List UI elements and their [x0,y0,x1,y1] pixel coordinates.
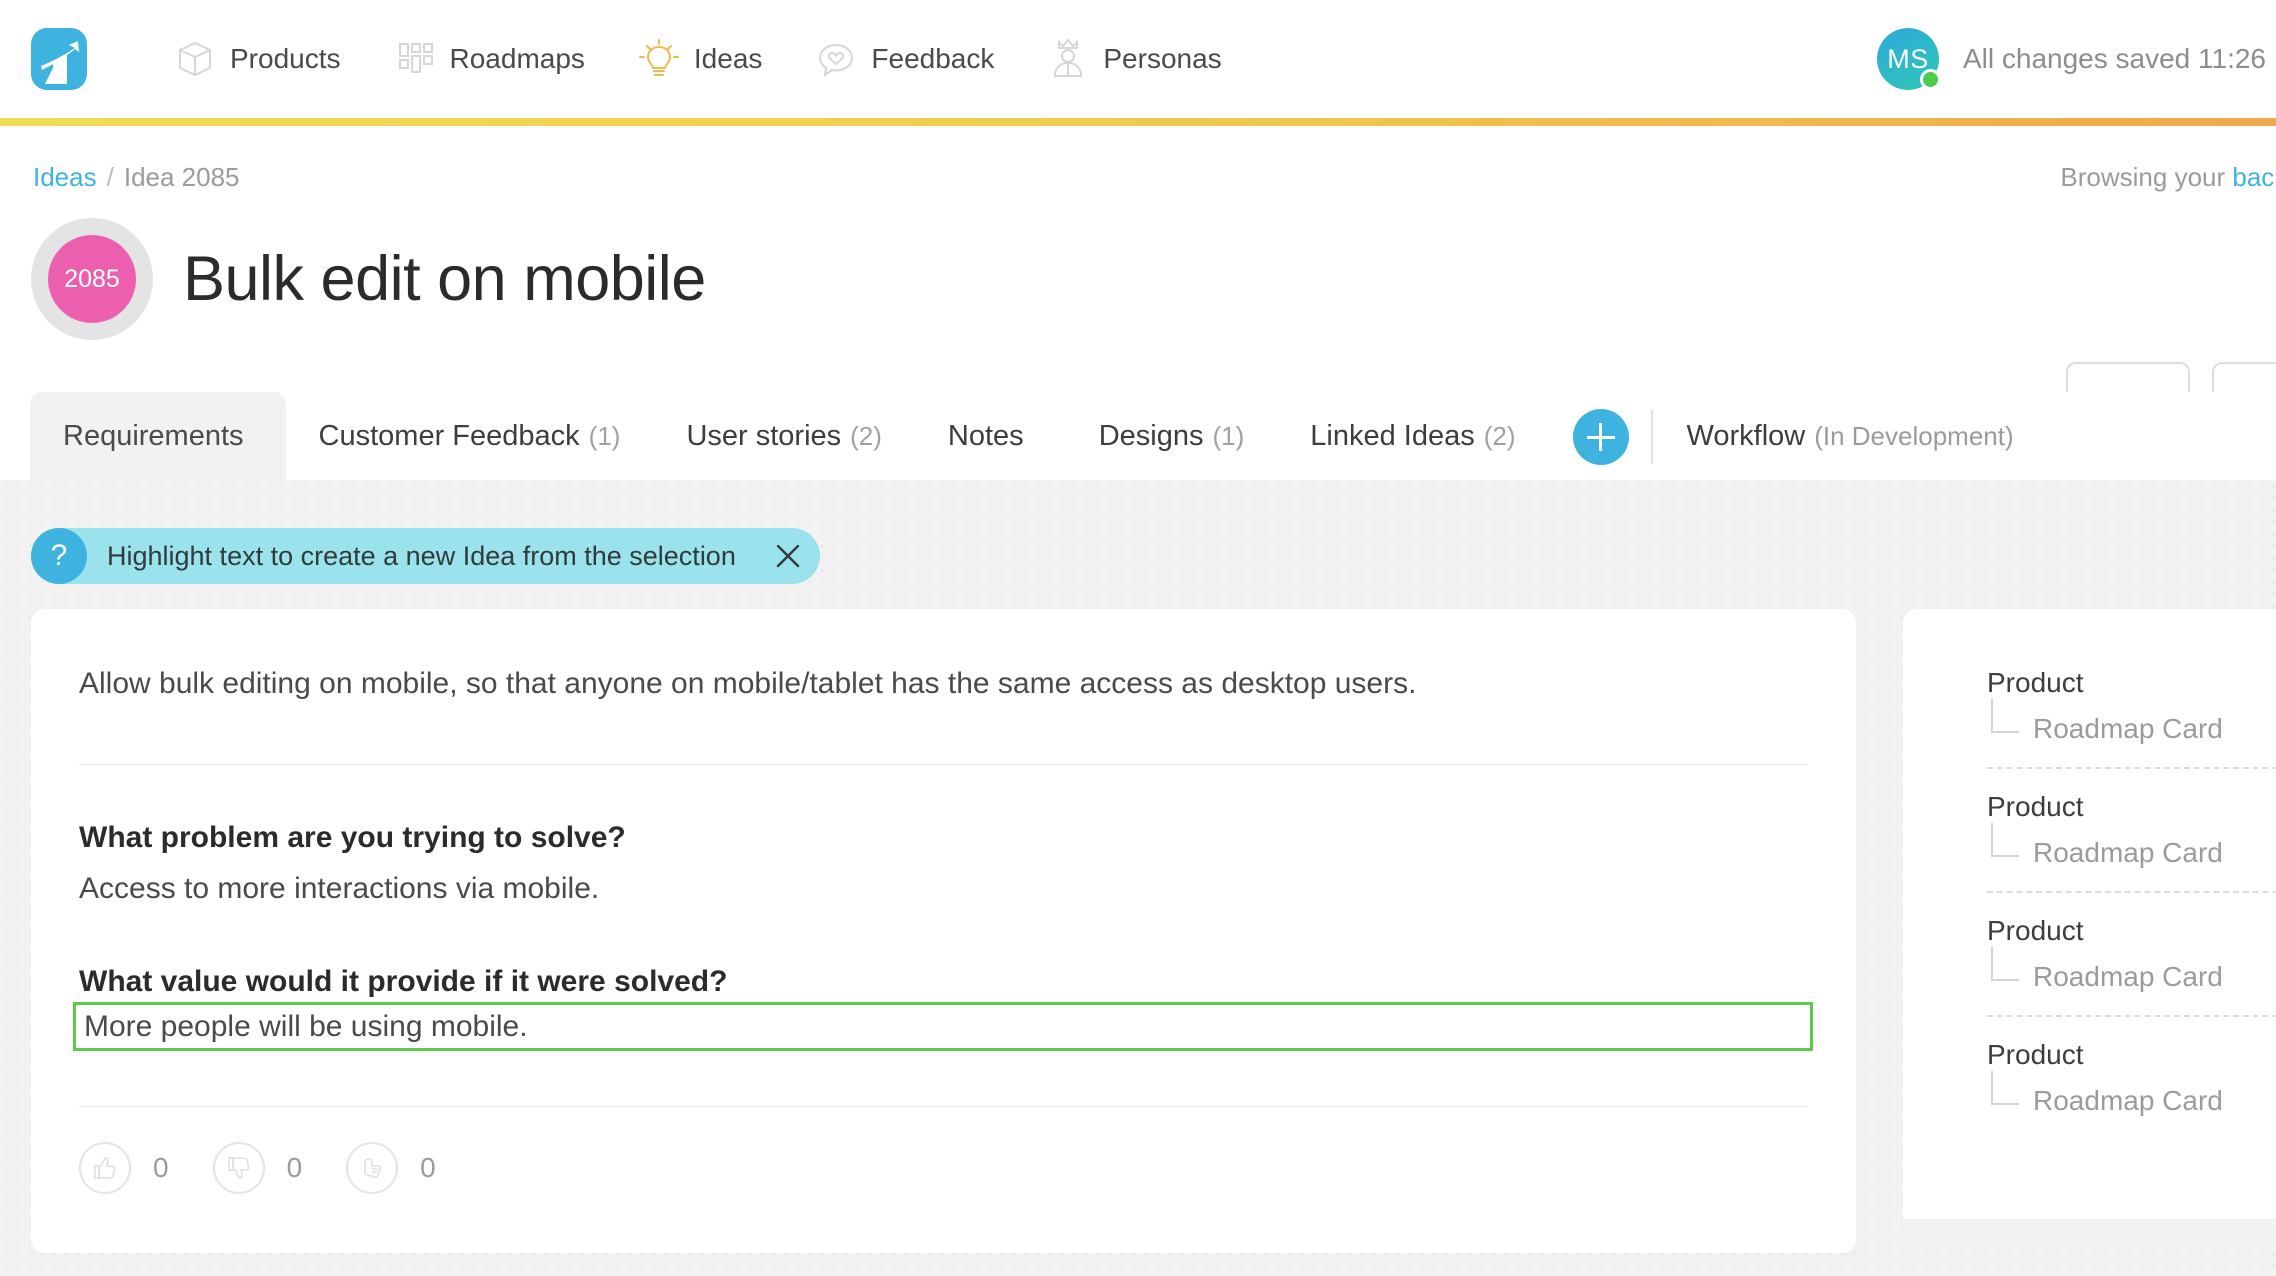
value-answer-text: More people will be using mobile. [84,1009,528,1043]
divider [1987,891,2276,893]
tab-requirements[interactable]: Requirements [30,392,286,480]
breadcrumb: Ideas / Idea 2085 [33,162,240,193]
list-item[interactable]: Product Roadmap Card [1903,667,2276,745]
thumbs-down-icon[interactable] [212,1142,265,1194]
nav-item-roadmaps[interactable]: Roadmaps [367,24,611,94]
speech-heart-icon [814,37,858,81]
avatar[interactable]: MS [1876,28,1941,90]
value-answer-input[interactable]: More people will be using mobile. [73,1002,1813,1051]
reaction-bar: 0 0 0 [79,1142,458,1194]
product-label: Product [1987,1039,2084,1070]
accent-gradient-bar [0,118,2276,126]
nav-item-products[interactable]: Products [147,24,367,94]
tab-bar: Requirements Customer Feedback (1) User … [0,392,2276,480]
grid-blocks-icon [393,37,437,81]
status-badge: 2085 [48,235,136,323]
page-title: Bulk edit on mobile [183,244,706,314]
title-row: 2085 Bulk edit on mobile [31,218,706,340]
tab-notes[interactable]: Notes [915,392,1066,480]
tab-count: (2) [850,420,882,451]
tab-label: Customer Feedback [318,419,580,452]
breadcrumb-current: Idea 2085 [123,162,240,192]
idea-description: Allow bulk editing on mobile, so that an… [79,667,1417,700]
workflow-label: Workflow [1686,419,1806,452]
divider [79,1106,1808,1107]
main-nav-items: Products Roadmaps Ideas Feedback Persona… [147,24,1248,94]
tab-count: (1) [588,420,621,451]
product-label: Product [1987,667,2084,698]
crown-person-icon [1046,37,1090,81]
app-page: Products Roadmaps Ideas Feedback Persona… [0,0,2276,1276]
tab-user-stories[interactable]: User stories (2) [653,392,914,480]
thumbs-up-count: 0 [153,1152,169,1183]
cube-icon [173,37,217,81]
tab-linked-ideas[interactable]: Linked Ideas (2) [1277,392,1548,480]
tab-label: User stories [686,419,842,452]
tab-designs[interactable]: Designs (1) [1066,392,1278,480]
tab-count: (1) [1212,420,1245,451]
hand-right-icon[interactable] [346,1142,399,1194]
nav-item-feedback[interactable]: Feedback [788,24,1020,94]
thumbs-up-icon[interactable] [79,1142,131,1194]
browsing-backlog-link[interactable]: backlog [2232,162,2276,192]
requirements-card: Allow bulk editing on mobile, so that an… [31,609,1856,1253]
lightbulb-icon [637,37,681,81]
nav-item-label: Ideas [693,43,763,74]
nav-item-personas[interactable]: Personas [1020,24,1247,94]
tab-count: (2) [1483,420,1516,451]
nav-item-ideas[interactable]: Ideas [611,24,789,94]
roadmap-card-link[interactable]: Roadmap Card [1987,699,2276,745]
question-mark-icon: ? [31,528,87,584]
tab-customer-feedback[interactable]: Customer Feedback (1) [286,392,654,480]
top-navigation-bar: Products Roadmaps Ideas Feedback Persona… [0,0,2276,118]
browsing-prefix: Browsing your [2060,162,2233,192]
list-item[interactable]: Product Roadmap Card [1903,791,2276,869]
hint-banner: ? Highlight text to create a new Idea fr… [31,528,820,584]
thumbs-down-count: 0 [286,1152,303,1183]
hand-count: 0 [420,1152,436,1183]
tab-label: Designs [1098,419,1204,452]
add-tab-button[interactable] [1572,409,1629,465]
breadcrumb-separator: / [106,162,114,192]
question-heading-value: What value would it provide if it were s… [79,965,728,998]
tab-label: Notes [947,419,1024,452]
avatar-initials: MS [1887,43,1929,74]
idea-id-badge: 2085 [31,218,153,340]
close-icon[interactable] [766,534,810,578]
product-label: Product [1987,791,2084,822]
hint-text: Highlight text to create a new Idea from… [107,540,736,571]
roadmap-card-link[interactable]: Roadmap Card [1987,1071,2276,1117]
save-status-text: All changes saved 11:26 [1962,43,2266,74]
linked-records-panel: Product Roadmap Card Product Roadmap Car… [1903,609,2276,1253]
tab-label: Requirements [63,419,244,452]
plus-icon [1599,423,1602,451]
nav-item-label: Personas [1103,43,1222,74]
panel-footer [1903,1219,2276,1253]
roadmap-card-link[interactable]: Roadmap Card [1987,823,2276,869]
divider [79,764,1808,765]
breadcrumb-link-ideas[interactable]: Ideas [33,162,97,193]
page-header: Ideas / Idea 2085 Browsing your backlog … [0,126,2276,444]
nav-item-label: Products [230,43,341,74]
online-status-dot [1919,69,1941,90]
list-item[interactable]: Product Roadmap Card [1903,915,2276,993]
tab-divider [1650,410,1653,464]
question-answer-problem: Access to more interactions via mobile. [79,872,600,905]
nav-item-label: Roadmaps [449,43,585,74]
divider [1987,1015,2276,1017]
workflow-state: (In Development) [1814,420,2014,451]
tab-label: Linked Ideas [1310,419,1475,452]
list-item[interactable]: Product Roadmap Card [1903,1039,2276,1117]
question-heading-problem: What problem are you trying to solve? [79,821,626,854]
top-right-status: MS All changes saved 11:26 [1876,0,2276,118]
divider [1987,767,2276,769]
browsing-backlog-note: Browsing your backlog [2060,162,2276,193]
tab-workflow[interactable]: Workflow (In Development) [1663,392,2047,480]
product-label: Product [1987,915,2084,946]
aha-arrow-logo-icon[interactable] [31,28,87,90]
nav-item-label: Feedback [871,43,995,74]
roadmap-card-link[interactable]: Roadmap Card [1987,947,2276,993]
